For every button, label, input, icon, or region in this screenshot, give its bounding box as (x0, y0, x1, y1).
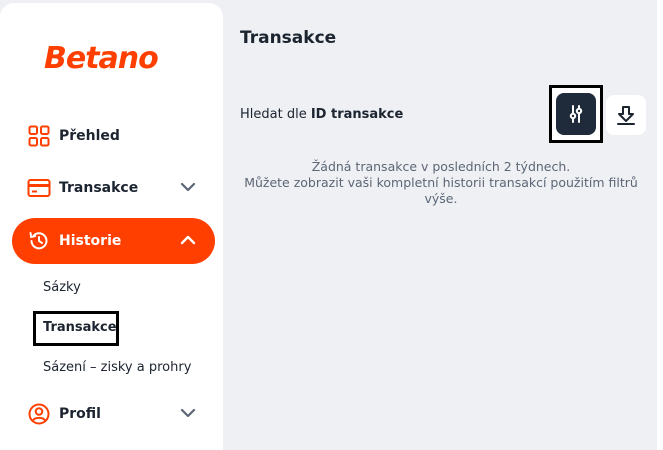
filter-highlight-box (549, 85, 603, 143)
scrollbar-track[interactable] (657, 0, 663, 450)
filter-sliders-icon (569, 105, 583, 123)
sidebar-item-label: Profil (59, 406, 101, 422)
chevron-down-icon (180, 182, 196, 192)
empty-state-message: Žádná transakce v posledních 2 týdnech. … (240, 159, 642, 207)
empty-state-line-2: Můžete zobrazit vaši kompletní historii … (244, 175, 638, 206)
card-icon (27, 176, 51, 200)
user-icon (27, 402, 51, 426)
sidebar-item-transakce[interactable]: Transakce (12, 165, 215, 211)
selection-highlight-box (33, 311, 119, 346)
empty-state-line-1: Žádná transakce v posledních 2 týdnech. (311, 159, 571, 174)
filter-button[interactable] (556, 93, 596, 135)
sidebar-item-label: Přehled (59, 128, 120, 144)
subitem-sazky[interactable]: Sázky (43, 280, 81, 295)
chevron-down-icon (180, 408, 196, 418)
download-button[interactable] (606, 95, 646, 135)
history-icon (27, 229, 51, 253)
page-title: Transakce (240, 28, 337, 48)
sidebar-item-label: Transakce (59, 180, 139, 196)
sidebar-item-profil[interactable]: Profil (12, 391, 215, 437)
sidebar-item-label: Historie (59, 233, 122, 249)
betano-logo[interactable]: Betano (44, 41, 159, 76)
download-icon (617, 106, 635, 125)
sidebar-item-historie[interactable]: Historie (12, 218, 215, 264)
search-label-bold: ID transakce (310, 107, 404, 122)
search-label-prefix: Hledat dle (240, 107, 311, 122)
sidebar-item-prehled[interactable]: Přehled (12, 113, 215, 159)
sidebar: Betano Přehled Transakce Historie Sázky … (0, 3, 223, 450)
search-by-id-label[interactable]: Hledat dle ID transakce (240, 107, 403, 122)
grid-icon (27, 124, 51, 148)
subitem-sazeni-zisky-prohry[interactable]: Sázení – zisky a prohry (43, 360, 191, 375)
chevron-up-icon (180, 235, 196, 245)
